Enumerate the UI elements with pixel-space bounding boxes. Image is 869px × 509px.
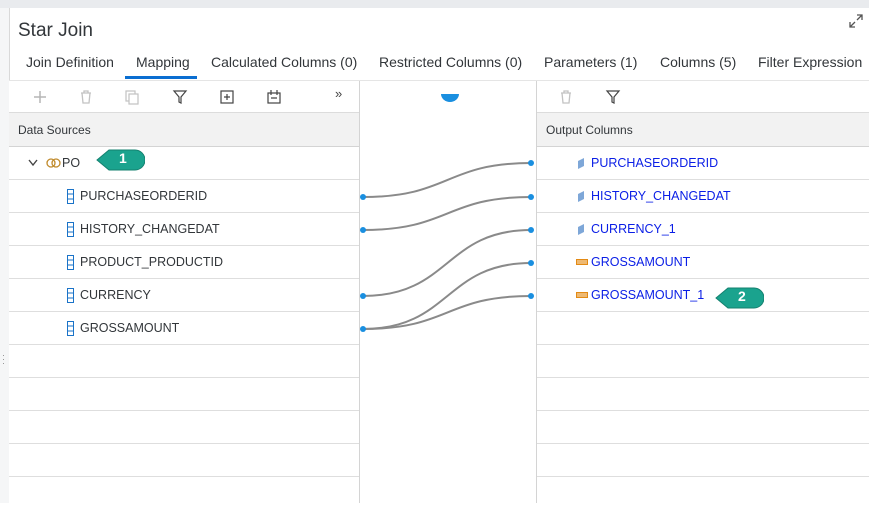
empty-row [9,378,359,411]
empty-row [537,345,869,378]
active-tab-indicator [125,76,197,79]
callout-badge: 1 [95,147,145,171]
tab-calculated-columns[interactable]: Calculated Columns (0) [211,54,357,70]
empty-row [537,444,869,477]
column-icon [67,189,74,204]
attribute-icon [578,158,584,169]
empty-row [9,345,359,378]
chevron-down-icon[interactable] [28,159,38,167]
callout-badge: 2 [714,285,764,309]
source-column-label: GROSSAMOUNT [80,321,180,335]
dialog-title: Star Join [18,20,93,41]
output-column-row[interactable]: PURCHASEORDERID [537,147,869,180]
source-column-row[interactable]: GROSSAMOUNT [9,312,359,345]
empty-row [537,312,869,345]
output-columns-panel: Output Columns PURCHASEORDERID HISTORY_C… [536,81,869,503]
output-column-row[interactable]: GROSSAMOUNT [537,246,869,279]
output-column-row[interactable]: GROSSAMOUNT_1 [537,279,869,312]
tab-filter-expression[interactable]: Filter Expression [758,54,862,70]
output-column-label: CURRENCY_1 [591,222,676,236]
source-column-row[interactable]: HISTORY_CHANGEDAT [9,213,359,246]
empty-row [9,411,359,444]
data-sources-toolbar: » [9,81,359,113]
overflow-icon[interactable]: » [335,86,342,101]
source-name: PO [62,156,81,170]
empty-row [9,477,359,509]
tab-parameters[interactable]: Parameters (1) [544,54,637,70]
output-columns-header: Output Columns [537,113,869,147]
connector-dot[interactable] [528,293,534,299]
tab-columns[interactable]: Columns (5) [660,54,736,70]
measure-icon [576,259,588,265]
empty-row [537,378,869,411]
auto-map-icon[interactable] [265,88,283,106]
filter-icon[interactable] [604,88,622,106]
data-sources-panel: » Data Sources PO PURCHASEORDERID HISTOR… [9,81,360,503]
empty-row [9,444,359,477]
column-icon [67,288,74,303]
connector-dot[interactable] [360,293,366,299]
output-toolbar [537,81,869,113]
source-column-row[interactable]: PRODUCT_PRODUCTID [9,246,359,279]
delete-icon[interactable] [77,88,95,106]
add-icon[interactable] [31,88,49,106]
empty-row [537,477,869,509]
output-column-label: HISTORY_CHANGEDAT [591,189,731,203]
tab-mapping[interactable]: Mapping [136,54,190,70]
add-to-output-icon[interactable] [218,88,236,106]
connector-dot[interactable] [360,326,366,332]
top-strip [0,0,869,8]
attribute-icon [578,191,584,202]
attribute-icon [578,224,584,235]
output-column-row[interactable]: CURRENCY_1 [537,213,869,246]
column-icon [67,255,74,270]
connector-dot[interactable] [528,227,534,233]
source-column-label: PURCHASEORDERID [80,189,208,203]
source-column-label: HISTORY_CHANGEDAT [80,222,220,236]
callout-number: 1 [119,150,127,166]
data-sources-header: Data Sources [9,113,359,147]
output-columns-header-label: Output Columns [546,123,633,137]
connector-dot[interactable] [528,260,534,266]
delete-icon[interactable] [557,88,575,106]
connector-dot[interactable] [528,160,534,166]
expand-icon[interactable] [848,13,864,29]
source-column-label: PRODUCT_PRODUCTID [80,255,224,269]
output-column-label: GROSSAMOUNT_1 [591,288,705,302]
tab-restricted-columns[interactable]: Restricted Columns (0) [379,54,522,70]
output-column-label: PURCHASEORDERID [591,156,719,170]
mapping-canvas [360,81,536,503]
splitter-grip-icon[interactable]: · · · [2,351,5,368]
connector-dot[interactable] [360,194,366,200]
connector-dot[interactable] [528,194,534,200]
output-column-label: GROSSAMOUNT [591,255,691,269]
collapse-handle-icon[interactable] [440,93,460,103]
empty-row [537,411,869,444]
connector-dot[interactable] [360,227,366,233]
column-icon [67,321,74,336]
source-row-po[interactable]: PO [9,147,359,180]
filter-icon[interactable] [171,88,189,106]
data-sources-header-label: Data Sources [18,123,91,137]
source-column-label: CURRENCY [80,288,151,302]
source-column-row[interactable]: CURRENCY [9,279,359,312]
callout-number: 2 [738,288,746,304]
output-column-row[interactable]: HISTORY_CHANGEDAT [537,180,869,213]
column-icon [67,222,74,237]
copy-icon[interactable] [123,88,141,106]
source-column-row[interactable]: PURCHASEORDERID [9,180,359,213]
measure-icon [576,292,588,298]
join-source-icon [46,158,61,168]
tab-join-definition[interactable]: Join Definition [26,54,114,70]
